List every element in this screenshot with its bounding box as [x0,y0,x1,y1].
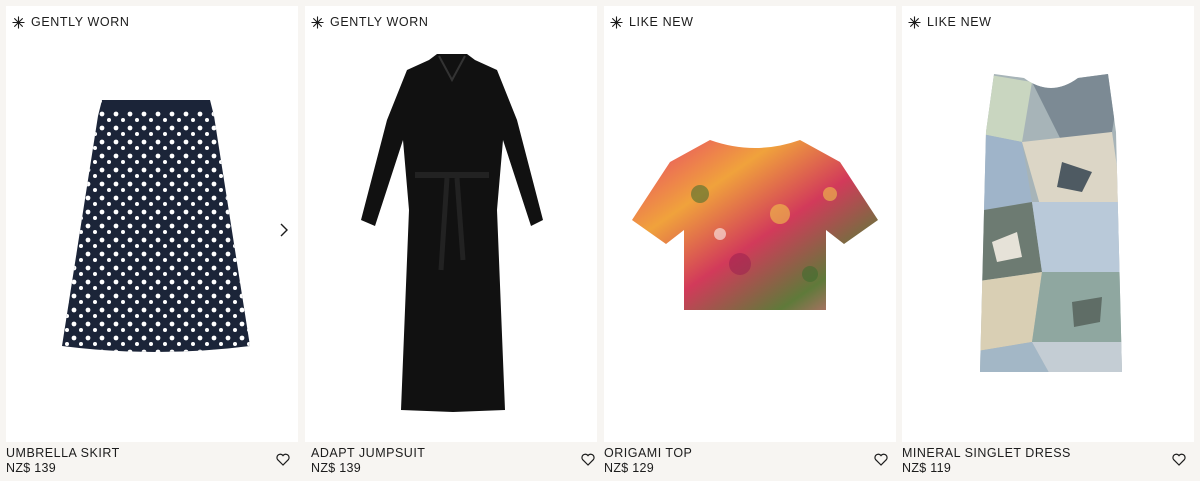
product-image-top [632,140,878,310]
sparkle-icon [12,15,25,29]
product-image-box[interactable]: LIKE NEW [902,6,1194,442]
product-title[interactable]: MINERAL SINGLET DRESS [902,446,1071,460]
product-price: NZ$ 119 [902,461,952,475]
sparkle-icon [311,15,324,29]
badge-label: LIKE NEW [629,15,694,29]
heart-icon[interactable] [874,453,888,466]
badge-label: LIKE NEW [927,15,992,29]
heart-icon[interactable] [276,453,290,466]
condition-badge: GENTLY WORN [12,15,130,29]
condition-badge: GENTLY WORN [311,15,429,29]
product-image-skirt [62,100,250,352]
product-image-box[interactable]: LIKE NEW [604,6,896,442]
product-price: NZ$ 139 [6,461,57,475]
product-grid: GENTLY WORN UMBRELLA SKIRT NZ$ 139 GENTL… [0,0,1200,481]
product-price: NZ$ 129 [604,461,655,475]
product-image-box[interactable]: GENTLY WORN [305,6,597,442]
product-price: NZ$ 139 [311,461,362,475]
heart-icon[interactable] [1172,453,1186,466]
product-image-dress [980,74,1122,372]
product-image-box[interactable]: GENTLY WORN [6,6,298,442]
product-card-origami-top[interactable]: LIKE NEW ORIGAMI TOP NZ$ 129 [598,0,896,481]
chevron-right-icon[interactable] [276,221,292,239]
heart-icon[interactable] [581,453,595,466]
sparkle-icon [908,15,921,29]
badge-label: GENTLY WORN [31,15,130,29]
product-card-adapt-jumpsuit[interactable]: GENTLY WORN ADAPT JUMPSUIT NZ$ 139 [305,0,597,481]
product-title[interactable]: ORIGAMI TOP [604,446,692,460]
product-title[interactable]: UMBRELLA SKIRT [6,446,120,460]
badge-label: GENTLY WORN [330,15,429,29]
product-title[interactable]: ADAPT JUMPSUIT [311,446,425,460]
sparkle-icon [610,15,623,29]
condition-badge: LIKE NEW [610,15,694,29]
product-card-umbrella-skirt[interactable]: GENTLY WORN UMBRELLA SKIRT NZ$ 139 [0,0,298,481]
product-card-mineral-singlet-dress[interactable]: LIKE NEW MINERAL SINGLET DRESS NZ$ 119 [896,0,1194,481]
product-image-jumpsuit [361,54,543,412]
condition-badge: LIKE NEW [908,15,992,29]
